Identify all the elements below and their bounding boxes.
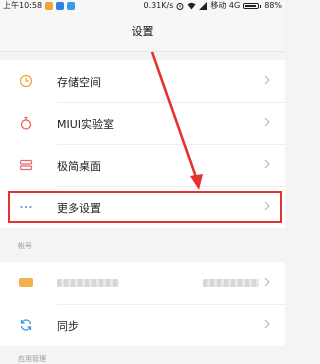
page-title: 设置 <box>131 25 154 38</box>
sync-icon <box>20 319 32 331</box>
settings-item-simple-launcher[interactable]: 极简桌面 <box>0 144 285 186</box>
settings-item-label: 同步 <box>57 320 79 333</box>
notification-app-icon <box>67 2 76 10</box>
settings-item-miui-lab[interactable]: MIUI实验室 <box>0 102 285 144</box>
section-label-app-management: 应用管理 <box>18 355 46 363</box>
alarm-icon <box>176 3 184 10</box>
account-name-redacted <box>57 279 119 287</box>
account-card-icon <box>19 278 33 287</box>
chevron-right-icon <box>264 75 270 85</box>
battery-percent: 88% <box>264 1 282 10</box>
chevron-right-icon <box>264 319 270 329</box>
signal-icon <box>199 2 208 10</box>
settings-item-label: 存储空间 <box>57 76 101 89</box>
flask-icon <box>20 116 32 130</box>
settings-item-sync[interactable]: 同步 <box>0 304 285 346</box>
title-bar: 设置 <box>0 12 285 52</box>
highlight-box <box>8 191 282 223</box>
clock-icon <box>19 74 33 88</box>
chevron-right-icon <box>264 277 270 287</box>
settings-item-storage[interactable]: 存储空间 <box>0 60 285 102</box>
account-id-redacted <box>203 279 259 287</box>
chevron-right-icon <box>264 117 270 127</box>
status-bar: 上午10:58 0.31K/s 移动 4G 88% <box>0 0 285 12</box>
notification-app-icon <box>56 2 65 10</box>
layers-icon <box>19 159 33 171</box>
account-group: 同步 <box>0 262 285 346</box>
settings-item-label: 极简桌面 <box>57 160 101 173</box>
battery-icon <box>243 3 262 9</box>
section-label-account: 帐号 <box>18 242 32 250</box>
carrier-label: 移动 4G <box>210 1 241 10</box>
notification-app-icon <box>45 2 54 10</box>
chevron-right-icon <box>264 159 270 169</box>
wifi-icon <box>187 2 196 10</box>
status-time: 上午10:58 <box>3 1 43 10</box>
settings-item-label: MIUI实验室 <box>57 118 115 131</box>
account-item[interactable] <box>0 262 285 304</box>
network-speed: 0.31K/s <box>143 1 174 10</box>
